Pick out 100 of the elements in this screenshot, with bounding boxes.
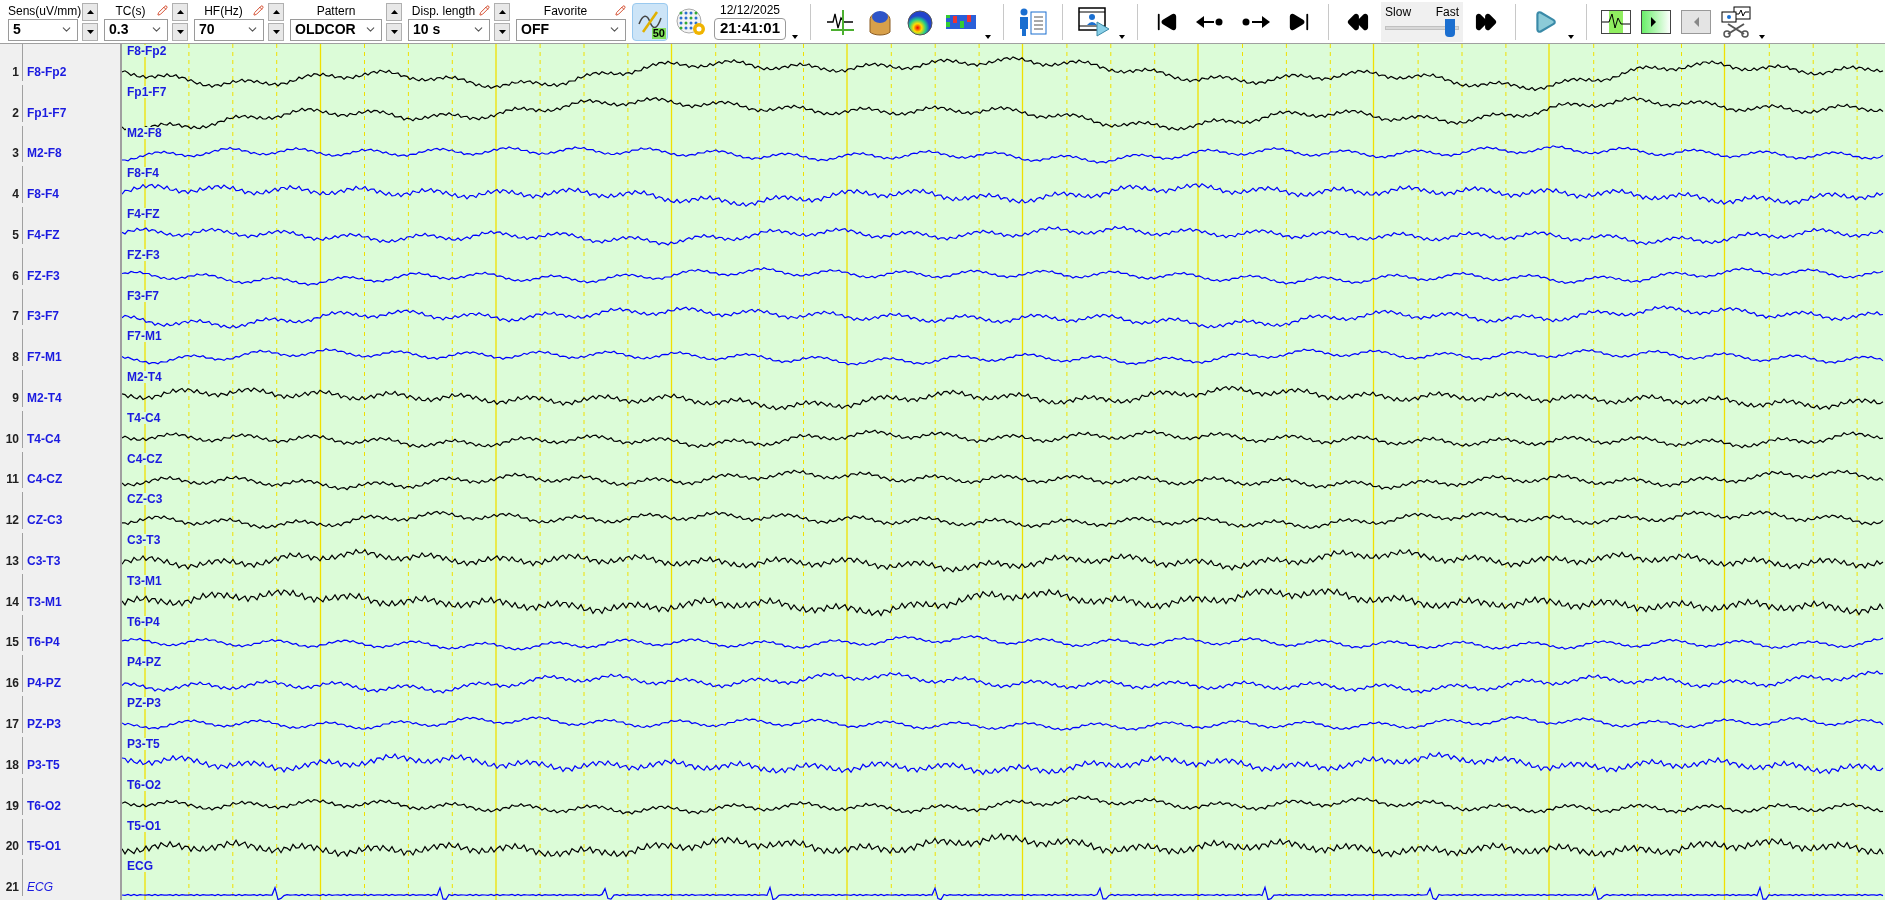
channel-name[interactable]: F8-F4	[23, 185, 59, 204]
channel-name[interactable]: C4-CZ	[23, 470, 63, 489]
channel-name[interactable]: F7-M1	[23, 348, 62, 367]
pencil-icon[interactable]	[615, 5, 626, 16]
slider-thumb[interactable]	[1445, 18, 1456, 37]
trace-label: ECG	[126, 860, 154, 873]
pencil-icon[interactable]	[253, 5, 264, 16]
trace-label: T5-O1	[126, 819, 162, 832]
trace-label: T3-M1	[126, 574, 163, 587]
channel-number: 14	[4, 593, 20, 611]
spin-buttons[interactable]	[386, 2, 402, 41]
down-arrow-icon	[86, 29, 94, 34]
channel-name[interactable]: P4-PZ	[23, 674, 61, 693]
filter-badge: 50	[651, 27, 666, 39]
trace-label: F4-FZ	[126, 208, 161, 221]
spin-buttons[interactable]	[494, 2, 510, 41]
trace-label: F3-F7	[126, 289, 160, 302]
channel-name[interactable]: M2-T4	[23, 388, 62, 407]
trace-label: T4-C4	[126, 411, 162, 424]
channel-name[interactable]: M2-F8	[23, 144, 62, 163]
trace-label: M2-T4	[126, 371, 163, 384]
trace-label: FZ-F3	[126, 248, 161, 261]
channel-name[interactable]: T6-P4	[23, 633, 60, 652]
caret-icon[interactable]	[1568, 35, 1575, 39]
caret-icon[interactable]	[985, 35, 992, 39]
caret-icon[interactable]	[1119, 35, 1126, 39]
channel-number: 10	[4, 430, 20, 448]
channel-number: 4	[11, 186, 20, 204]
channel-name[interactable]: Fp1-F7	[23, 103, 67, 122]
filter-button[interactable]: 50	[632, 2, 668, 41]
channel-name[interactable]: F4-FZ	[23, 225, 60, 244]
channel-name[interactable]: T6-O2	[23, 796, 61, 815]
trace-label: F8-F4	[126, 167, 160, 180]
spin-buttons[interactable]	[268, 2, 284, 41]
selector-label: TC(s)	[114, 4, 147, 17]
down-arrow-icon	[176, 29, 184, 34]
trace-label: P3-T5	[126, 738, 161, 750]
selector-label: HF(Hz)	[203, 4, 244, 17]
dropdown[interactable]: OLDCOR	[290, 18, 382, 41]
down-arrow-icon	[498, 29, 506, 34]
channel-number: 2	[11, 104, 20, 122]
dropdown[interactable]: 5	[8, 18, 78, 41]
trace-label: C3-T3	[126, 534, 162, 547]
pencil-icon[interactable]	[157, 5, 168, 16]
down-arrow-icon	[272, 29, 280, 34]
channel-number: 18	[4, 756, 20, 774]
channel-number: 20	[4, 838, 20, 856]
channel-number: 3	[11, 145, 20, 163]
channel-name[interactable]: ECG	[23, 878, 53, 897]
channel-number: 9	[11, 389, 20, 407]
dropdown[interactable]: 0.3	[104, 18, 168, 41]
up-arrow-icon	[272, 9, 280, 14]
trace-label: F7-M1	[126, 330, 163, 343]
channel-number: 8	[11, 349, 20, 367]
channel-name[interactable]: PZ-P3	[23, 715, 61, 733]
dropdown[interactable]: 10 s	[408, 18, 490, 41]
dropdown[interactable]: 70	[194, 18, 264, 41]
channel-name[interactable]: FZ-F3	[23, 266, 60, 285]
channel-number: 19	[4, 797, 20, 815]
trace-label: CZ-C3	[126, 493, 164, 506]
pencil-icon[interactable]	[479, 5, 490, 16]
channel-number: 16	[4, 675, 20, 693]
channel-name[interactable]: F3-F7	[23, 307, 59, 326]
selector-label: Favorite	[542, 4, 589, 17]
trace-label: T6-P4	[126, 615, 161, 628]
time-display: 21:41:01	[714, 17, 787, 40]
spin-buttons[interactable]	[82, 2, 98, 41]
channel-number: 6	[11, 267, 20, 285]
channel-name[interactable]: P3-T5	[23, 755, 60, 774]
up-arrow-icon	[176, 9, 184, 14]
channel-name[interactable]: T4-C4	[23, 429, 61, 448]
channel-number: 12	[4, 512, 20, 530]
channel-name[interactable]: F8-Fp2	[23, 62, 67, 81]
slow-label: Slow	[1385, 5, 1412, 18]
speed-slider[interactable]	[1385, 17, 1460, 38]
channel-name[interactable]: T3-M1	[23, 592, 62, 611]
trace-label: T6-O2	[126, 778, 162, 791]
caret-icon[interactable]	[1759, 35, 1766, 39]
channel-name[interactable]: C3-T3	[23, 551, 61, 570]
trace-label: F8-Fp2	[126, 45, 168, 57]
selector-label: Sens(uV/mm)	[8, 4, 82, 17]
channel-number: 17	[4, 716, 20, 733]
channel-name[interactable]: T5-O1	[23, 837, 61, 856]
channel-number: 15	[4, 634, 20, 652]
date-text: 12/12/2025	[720, 3, 781, 16]
channel-name[interactable]: CZ-C3	[23, 511, 63, 530]
fast-label: Fast	[1435, 5, 1460, 18]
up-arrow-icon	[390, 9, 398, 14]
selector-label: Pattern	[315, 4, 357, 17]
caret-icon[interactable]	[792, 35, 799, 39]
up-arrow-icon	[86, 9, 94, 14]
spin-buttons[interactable]	[172, 2, 188, 41]
down-arrow-icon	[390, 29, 398, 34]
channel-number: 1	[11, 63, 20, 81]
trace-label: M2-F8	[126, 126, 163, 139]
channel-number: 13	[4, 552, 20, 570]
selector-label: Disp. length	[410, 4, 477, 17]
channel-number: 5	[11, 226, 20, 244]
dropdown[interactable]: OFF	[516, 18, 626, 41]
trace-label: Fp1-F7	[126, 85, 168, 98]
